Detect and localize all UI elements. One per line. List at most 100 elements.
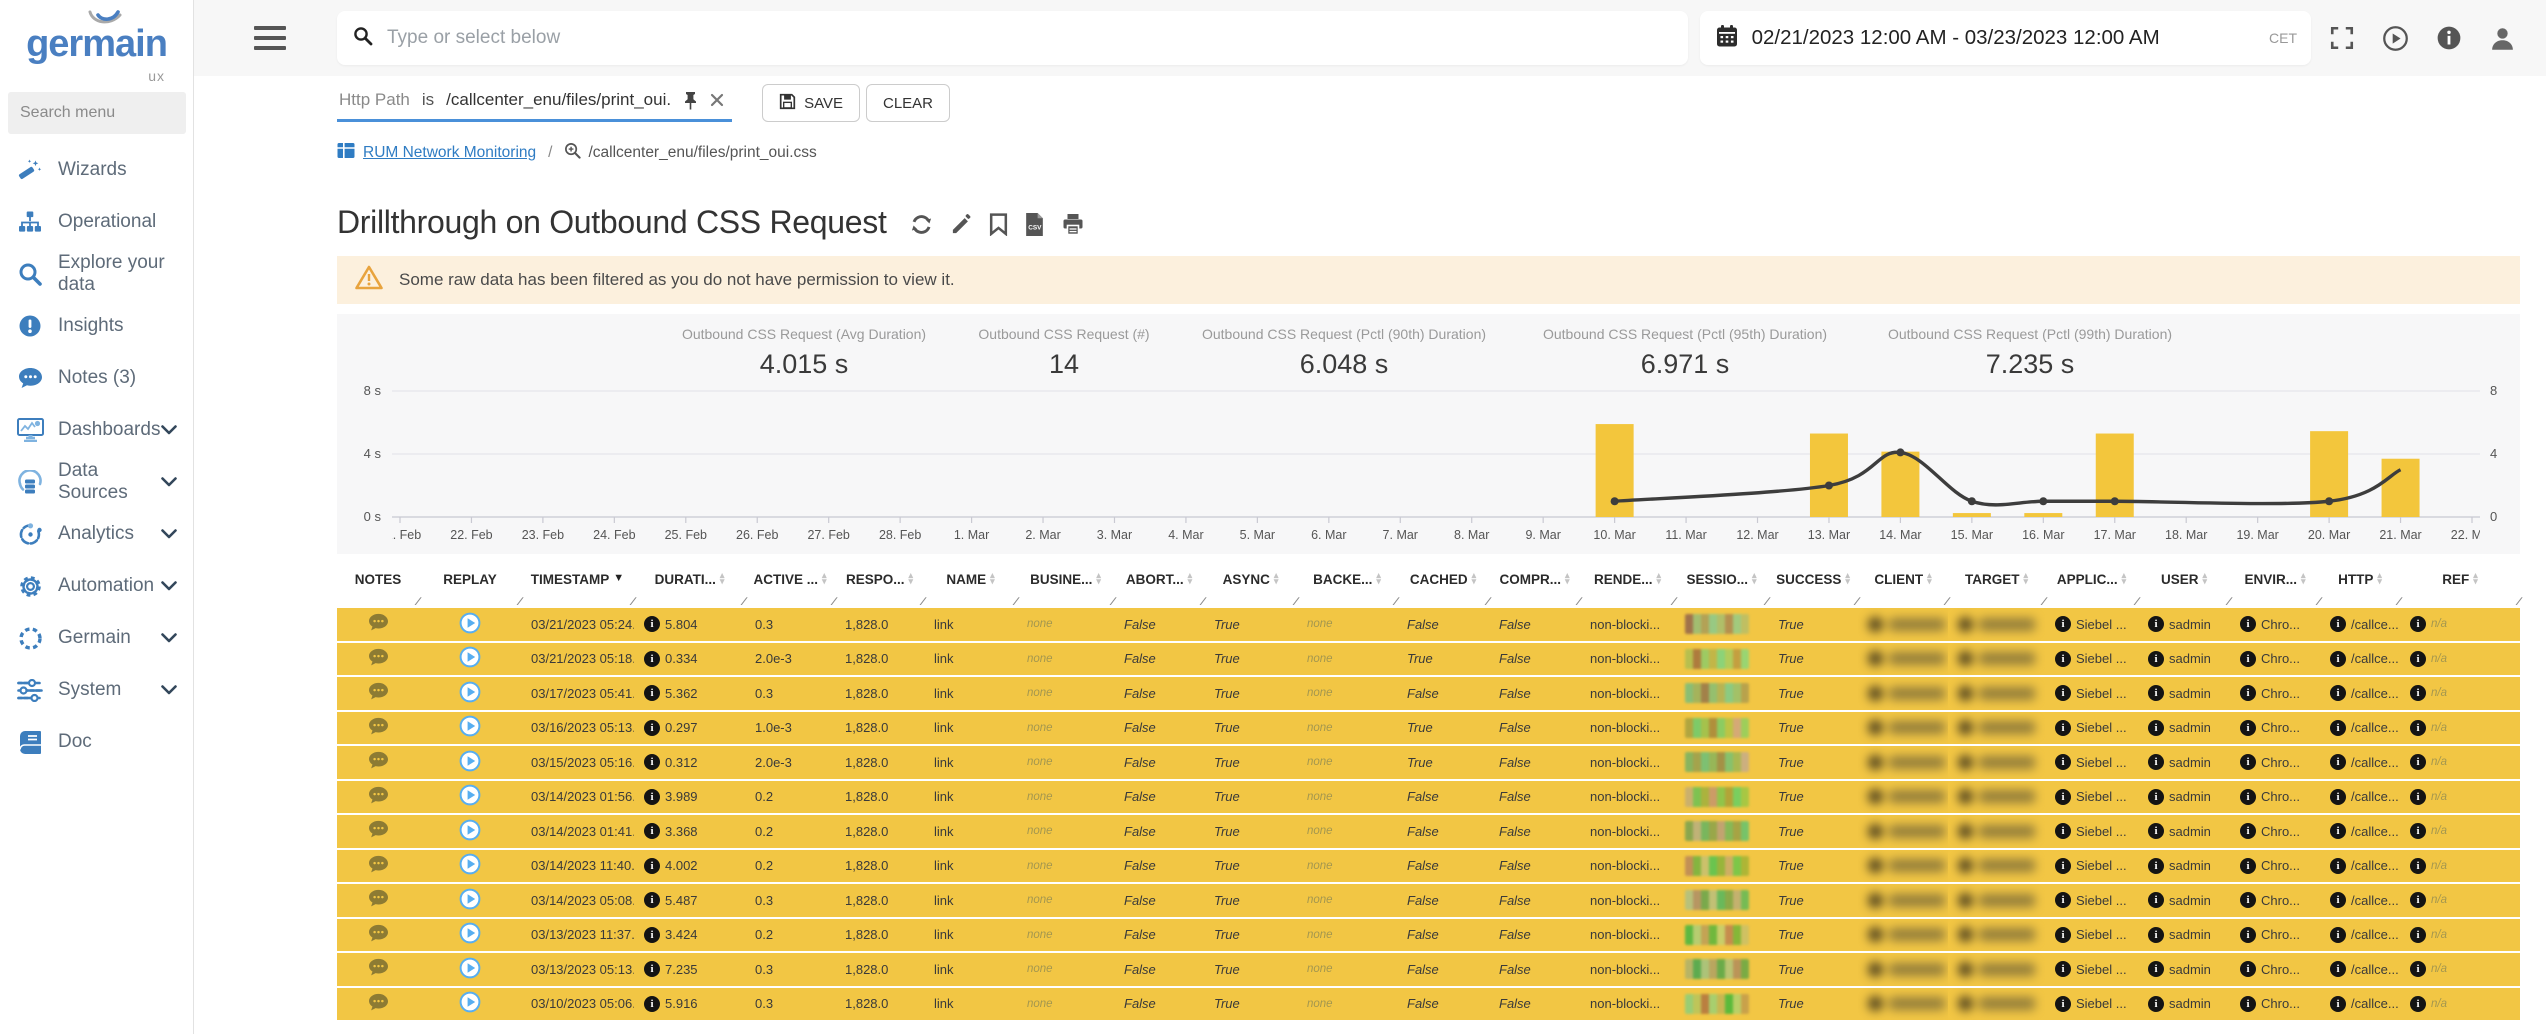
table-row[interactable]: 03/21/2023 05:24...i5.8040.31,828.0linkn…	[337, 608, 2520, 643]
info-icon[interactable]: i	[2410, 927, 2426, 943]
info-icon[interactable]: i	[644, 961, 660, 977]
column-header-active[interactable]: ACTIVE ...▴▾∕∕	[745, 566, 835, 608]
note-icon[interactable]	[368, 613, 389, 635]
sort-icon[interactable]: ▴▾	[1752, 573, 1757, 585]
table-row[interactable]: 03/14/2023 01:56...i3.9890.21,828.0linkn…	[337, 781, 2520, 816]
column-header-session[interactable]: SESSIO...▴▾∕∕	[1675, 566, 1768, 608]
column-header-async[interactable]: ASYNC▴▾∕∕	[1204, 566, 1297, 608]
info-icon[interactable]: i	[2410, 996, 2426, 1012]
sidebar-item-doc[interactable]: Doc	[0, 716, 193, 768]
info-icon[interactable]: i	[2330, 996, 2346, 1012]
info-icon[interactable]: i	[2055, 720, 2071, 736]
info-icon[interactable]: i	[644, 754, 660, 770]
column-header-user[interactable]: USER▴▾∕∕	[2138, 566, 2230, 608]
replay-button[interactable]	[459, 715, 481, 740]
column-header-notes[interactable]: NOTES∕∕	[337, 566, 419, 608]
info-icon[interactable]: i	[2410, 789, 2426, 805]
sidebar-item-analytics[interactable]: Analytics	[0, 508, 193, 560]
note-icon[interactable]	[368, 786, 389, 808]
play-circle-icon[interactable]	[2382, 25, 2409, 52]
bookmark-icon[interactable]	[989, 213, 1008, 236]
info-icon[interactable]: i	[2240, 754, 2256, 770]
note-icon[interactable]	[368, 648, 389, 670]
info-icon[interactable]: i	[2410, 651, 2426, 667]
table-row[interactable]: 03/13/2023 11:37...i3.4240.21,828.0linkn…	[337, 919, 2520, 954]
table-row[interactable]: 03/21/2023 05:18...i0.3342.0e-31,828.0li…	[337, 643, 2520, 678]
column-header-abort[interactable]: ABORT...▴▾∕∕	[1114, 566, 1204, 608]
sort-icon[interactable]: ▴▾	[908, 573, 913, 585]
info-icon[interactable]: i	[2240, 789, 2256, 805]
sort-icon[interactable]: ▴▾	[1472, 573, 1477, 585]
edit-pencil-icon[interactable]	[950, 213, 973, 236]
table-row[interactable]: 03/14/2023 01:41...i3.3680.21,828.0linkn…	[337, 815, 2520, 850]
sort-icon[interactable]: ▴▾	[1656, 573, 1661, 585]
note-icon[interactable]	[368, 924, 389, 946]
sidebar-item-operational[interactable]: Operational	[0, 196, 193, 248]
sort-icon[interactable]: ▴▾	[2377, 573, 2382, 585]
replay-button[interactable]	[459, 991, 481, 1016]
table-row[interactable]: 03/16/2023 05:13...i0.2971.0e-31,828.0li…	[337, 712, 2520, 747]
remove-filter-icon[interactable]	[710, 93, 724, 107]
replay-button[interactable]	[459, 681, 481, 706]
info-icon[interactable]: i	[2055, 892, 2071, 908]
sort-icon[interactable]: ▴▾	[2301, 573, 2306, 585]
sort-icon[interactable]: ▴▾	[1274, 573, 1279, 585]
info-icon[interactable]: i	[2410, 616, 2426, 632]
info-icon[interactable]: i	[2330, 823, 2346, 839]
info-icon[interactable]: i	[2148, 927, 2164, 943]
info-icon[interactable]: i	[644, 651, 660, 667]
note-icon[interactable]	[368, 820, 389, 842]
hamburger-menu-icon[interactable]	[254, 26, 286, 50]
info-icon[interactable]: i	[2148, 996, 2164, 1012]
note-icon[interactable]	[368, 889, 389, 911]
print-icon[interactable]	[1061, 213, 1085, 236]
sidebar-item-dashboards[interactable]: Dashboards	[0, 404, 193, 456]
replay-button[interactable]	[459, 646, 481, 671]
info-icon[interactable]: i	[2410, 720, 2426, 736]
info-icon[interactable]: i	[2330, 651, 2346, 667]
info-icon[interactable]: i	[2410, 685, 2426, 701]
info-icon[interactable]: i	[644, 858, 660, 874]
replay-button[interactable]	[459, 888, 481, 913]
info-icon[interactable]: i	[2055, 754, 2071, 770]
date-range-picker[interactable]: 02/21/2023 12:00 AM - 03/23/2023 12:00 A…	[1700, 11, 2311, 65]
clear-button[interactable]: CLEAR	[866, 84, 950, 122]
column-header-environment[interactable]: ENVIR...▴▾∕∕	[2230, 566, 2320, 608]
info-icon[interactable]: i	[2330, 789, 2346, 805]
table-row[interactable]: 03/14/2023 11:40...i4.0020.21,828.0linkn…	[337, 850, 2520, 885]
column-header-duration[interactable]: DURATI...▴▾∕∕	[634, 566, 745, 608]
column-header-business[interactable]: BUSINE...▴▾∕∕	[1017, 566, 1114, 608]
column-header-render[interactable]: RENDE...▴▾∕∕	[1580, 566, 1675, 608]
info-icon[interactable]: i	[2330, 685, 2346, 701]
column-header-ref[interactable]: REF▴▾∕∕	[2400, 566, 2520, 608]
filter-chip-http-path[interactable]: Http Path is /callcenter_enu/files/print…	[337, 84, 732, 122]
info-icon[interactable]: i	[2240, 858, 2256, 874]
info-icon[interactable]: i	[644, 823, 660, 839]
info-icon[interactable]: i	[2410, 961, 2426, 977]
info-icon[interactable]: i	[2055, 858, 2071, 874]
note-icon[interactable]	[368, 717, 389, 739]
sidebar-item-germain[interactable]: Germain	[0, 612, 193, 664]
column-header-backend[interactable]: BACKE...▴▾∕∕	[1297, 566, 1397, 608]
info-icon[interactable]: i	[2148, 651, 2164, 667]
sort-icon[interactable]: ▴▾	[1188, 573, 1193, 585]
info-icon[interactable]: i	[2055, 616, 2071, 632]
info-icon[interactable]: i	[2240, 961, 2256, 977]
table-row[interactable]: 03/14/2023 05:08...i5.4870.31,828.0linkn…	[337, 884, 2520, 919]
info-icon[interactable]: i	[644, 685, 660, 701]
info-icon[interactable]: i	[2148, 720, 2164, 736]
info-icon[interactable]: i	[2148, 685, 2164, 701]
sidebar-search-input[interactable]	[8, 92, 186, 134]
column-header-replay[interactable]: REPLAY∕∕	[419, 566, 521, 608]
sort-icon[interactable]: ▴▾	[1565, 573, 1570, 585]
column-header-success[interactable]: SUCCESS▴▾∕∕	[1768, 566, 1858, 608]
replay-button[interactable]	[459, 922, 481, 947]
sidebar-item-explore-your-data[interactable]: Explore your data	[0, 248, 193, 300]
column-header-name[interactable]: NAME▴▾∕∕	[924, 566, 1017, 608]
info-icon[interactable]: i	[2330, 720, 2346, 736]
info-icon[interactable]: i	[2410, 754, 2426, 770]
table-row[interactable]: 03/13/2023 05:13...i7.2350.31,828.0linkn…	[337, 953, 2520, 988]
info-icon[interactable]: i	[2148, 858, 2164, 874]
column-header-response[interactable]: RESPO...▴▾∕∕	[835, 566, 924, 608]
sort-icon[interactable]: ▴▾	[822, 573, 827, 585]
